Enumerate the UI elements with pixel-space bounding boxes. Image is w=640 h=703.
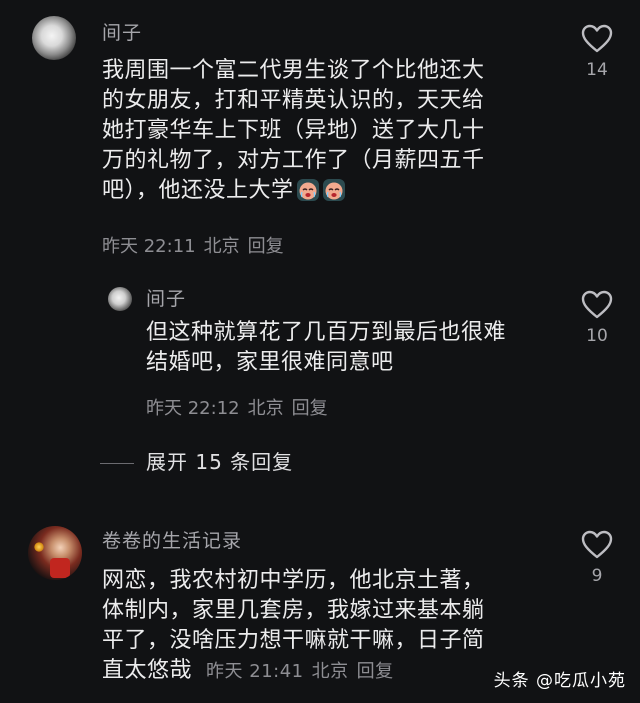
comment-line: 她打豪华车上下班（异地）送了大几十 <box>102 118 485 143</box>
timestamp: 昨天 22:11 <box>102 236 196 257</box>
expand-replies-button[interactable]: 展开 15 条回复 <box>100 446 293 475</box>
comment-text: 但这种就算花了几百万到最后也很难 结婚吧，家里很难同意吧 <box>146 318 506 378</box>
comment-line: 的女朋友，打和平精英认识的，天天给 <box>102 88 485 113</box>
comment-line: 平了，没啥压力想干嘛就干嘛，日子简 <box>102 628 485 653</box>
expand-replies-label: 展开 15 条回复 <box>146 450 294 474</box>
like-count: 10 <box>586 326 608 346</box>
comment-line: 吧），他还没上大学 <box>102 176 485 206</box>
avatar[interactable] <box>32 16 76 60</box>
avatar[interactable] <box>108 287 132 311</box>
comment-meta: 昨天 22:11 北京 回复 <box>102 232 292 258</box>
timestamp: 昨天 21:41 <box>206 661 304 682</box>
location: 北京 <box>311 661 349 682</box>
comment-line: 直太悠哉 昨天 21:41 北京 回复 <box>102 656 485 687</box>
reply-button[interactable]: 回复 <box>357 661 394 682</box>
like-button[interactable]: 14 <box>580 24 614 80</box>
location: 北京 <box>203 236 240 257</box>
watermark: 头条 @吃瓜小苑 <box>493 671 626 691</box>
crying-emoji-icon <box>296 178 320 202</box>
comment-meta: 昨天 21:41 北京 回复 <box>206 661 402 682</box>
avatar[interactable] <box>28 526 82 580</box>
comment-text: 我周围一个富二代男生谈了个比他还大 的女朋友，打和平精英认识的，天天给 她打豪华… <box>102 56 485 206</box>
divider <box>100 463 134 464</box>
timestamp: 昨天 22:12 <box>146 398 240 419</box>
like-count: 9 <box>591 566 603 586</box>
heart-icon <box>581 290 613 319</box>
heart-icon <box>581 530 613 559</box>
like-button[interactable]: 10 <box>580 290 614 346</box>
comment-line: 我周围一个富二代男生谈了个比他还大 <box>102 58 485 83</box>
comment-line: 但这种就算花了几百万到最后也很难 <box>146 320 507 345</box>
like-button[interactable]: 9 <box>580 530 614 586</box>
comment-line: 结婚吧，家里很难同意吧 <box>146 350 394 375</box>
username[interactable]: 间子 <box>102 18 142 45</box>
like-count: 14 <box>586 60 608 80</box>
reply-button[interactable]: 回复 <box>248 236 284 257</box>
crying-emoji-icon <box>322 178 346 202</box>
username[interactable]: 卷卷的生活记录 <box>102 526 242 553</box>
heart-icon <box>581 24 613 53</box>
comment-line: 体制内，家里几套房，我嫁过来基本躺 <box>102 598 485 623</box>
reply-button[interactable]: 回复 <box>292 398 328 419</box>
comment-line: 网恋，我农村初中学历，他北京土著， <box>102 568 485 593</box>
location: 北京 <box>247 398 284 419</box>
comment-line: 万的礼物了，对方工作了（月薪四五千 <box>102 148 485 173</box>
username[interactable]: 间子 <box>146 284 186 311</box>
comment-meta: 昨天 22:12 北京 回复 <box>146 394 336 420</box>
comment-text: 网恋，我农村初中学历，他北京土著， 体制内，家里几套房，我嫁过来基本躺 平了，没… <box>102 566 485 687</box>
